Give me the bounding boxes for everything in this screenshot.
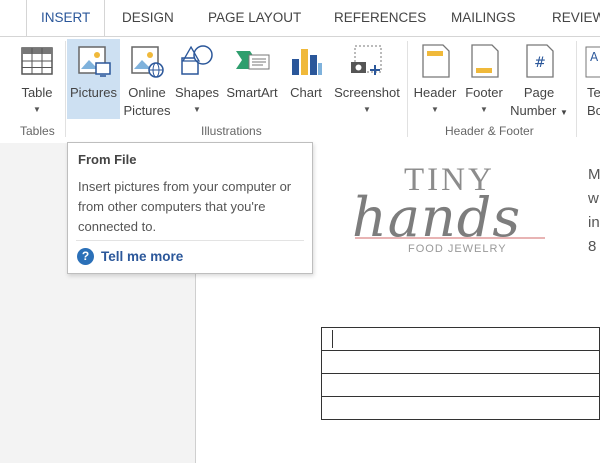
pictures-button[interactable]: Pictures <box>67 39 120 119</box>
tab-insert[interactable]: INSERT <box>26 0 106 37</box>
table-row <box>321 373 600 397</box>
smartart-button[interactable]: SmartArt <box>222 39 282 119</box>
side-text: 8 <box>588 238 597 255</box>
chart-icon <box>292 49 322 75</box>
tab-review[interactable]: REVIEW <box>552 0 600 36</box>
tell-me-more-link[interactable]: Tell me more <box>101 249 183 264</box>
header-button[interactable]: Header ▼ <box>410 39 460 119</box>
header-label: Header <box>413 85 457 100</box>
shapes-label: Shapes <box>174 85 220 100</box>
chart-button[interactable]: Chart <box>284 39 328 119</box>
page-number-label-line1: Page <box>523 85 555 100</box>
tab-references[interactable]: REFERENCES <box>334 0 426 36</box>
footer-button[interactable]: Footer ▼ <box>461 39 507 119</box>
online-pictures-label-line2: Pictures <box>123 103 171 118</box>
page-number-button[interactable]: # Page Number ▼ <box>507 39 571 119</box>
shapes-button[interactable]: Shapes ▼ <box>173 39 221 119</box>
page-number-icon: # <box>526 44 554 78</box>
logo-text-hands: hands <box>352 186 522 249</box>
text-box-label-line2: Bo <box>587 103 600 118</box>
group-separator <box>407 41 408 137</box>
smartart-label: SmartArt <box>226 85 278 100</box>
screenshot-icon <box>351 45 382 75</box>
side-text: M <box>588 166 600 183</box>
tooltip-divider <box>76 240 304 241</box>
logo-subtitle: FOOD JEWELRY <box>408 243 507 255</box>
header-icon <box>422 44 450 78</box>
group-separator <box>65 41 66 137</box>
online-pictures-icon <box>131 46 164 78</box>
tooltip-title: From File <box>78 152 137 167</box>
table-label: Table <box>21 85 53 100</box>
pictures-tooltip: From File Insert pictures from your comp… <box>67 142 313 274</box>
chevron-down-icon: ▼ <box>193 105 201 114</box>
table-cell[interactable] <box>321 396 600 420</box>
table-row <box>321 327 600 351</box>
group-label-tables: Tables <box>20 124 55 138</box>
svg-text:#: # <box>534 55 546 71</box>
table-row <box>321 350 600 374</box>
tab-page-layout[interactable]: PAGE LAYOUT <box>208 0 301 36</box>
table-button[interactable]: Table ▼ <box>14 39 60 119</box>
chevron-down-icon: ▼ <box>33 105 41 114</box>
table-cell[interactable] <box>321 327 600 351</box>
pictures-icon <box>77 46 111 77</box>
group-label-illustrations: Illustrations <box>201 124 262 138</box>
page-number-label-line2: Number ▼ <box>510 103 568 118</box>
screenshot-label: Screenshot <box>334 85 400 100</box>
online-pictures-label-line1: Online <box>128 85 166 100</box>
text-box-button[interactable]: A Te Bo <box>584 39 600 119</box>
svg-text:A: A <box>590 50 599 64</box>
screenshot-button[interactable]: Screenshot ▼ <box>330 39 404 119</box>
smartart-icon <box>236 51 270 70</box>
pictures-label: Pictures <box>70 85 117 100</box>
text-cursor <box>332 330 333 348</box>
tooltip-body: Insert pictures from your computer or fr… <box>78 179 292 234</box>
table-cell[interactable] <box>321 373 600 397</box>
table-row <box>321 396 600 420</box>
tab-mailings[interactable]: MAILINGS <box>451 0 516 36</box>
side-text: w <box>588 190 599 207</box>
chevron-down-icon: ▼ <box>480 105 488 114</box>
ribbon-tab-bar: INSERT DESIGN PAGE LAYOUT REFERENCES MAI… <box>0 0 600 37</box>
shapes-icon <box>181 45 213 75</box>
ribbon: Table ▼ Pictures Online Pictures Shapes … <box>0 36 600 144</box>
text-box-label-line1: Te <box>587 85 600 100</box>
table-icon <box>21 47 53 75</box>
chart-label: Chart <box>290 85 322 100</box>
chevron-down-icon: ▼ <box>363 105 371 114</box>
text-box-icon: A <box>585 46 600 78</box>
tab-design[interactable]: DESIGN <box>122 0 174 36</box>
online-pictures-button[interactable]: Online Pictures <box>122 39 172 119</box>
footer-label: Footer <box>465 85 503 100</box>
chevron-down-icon: ▼ <box>431 105 439 114</box>
help-icon[interactable]: ? <box>77 248 94 265</box>
footer-icon <box>471 44 499 78</box>
group-label-header-footer: Header & Footer <box>445 124 534 138</box>
table-cell[interactable] <box>321 350 600 374</box>
logo-underline <box>355 237 545 239</box>
document-table[interactable] <box>321 327 600 420</box>
side-text: in <box>588 214 600 231</box>
group-separator <box>576 41 577 137</box>
